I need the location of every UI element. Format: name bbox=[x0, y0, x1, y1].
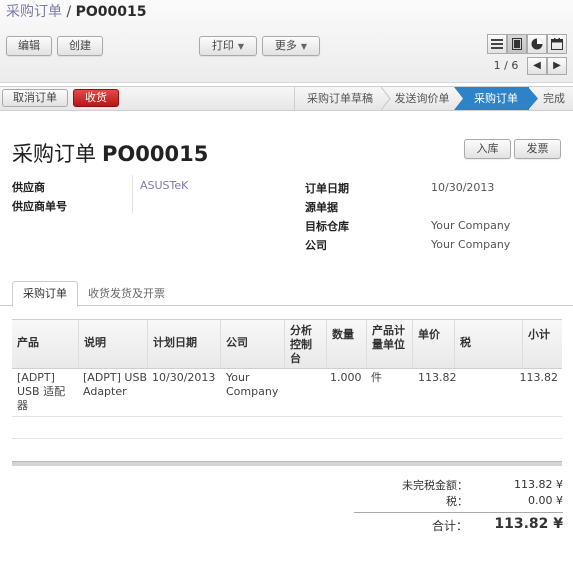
title-text: 采购订单 bbox=[12, 142, 96, 166]
breadcrumb-parent-link[interactable]: 采购订单 bbox=[6, 4, 62, 20]
stage-label: 发送询价单 bbox=[394, 92, 450, 105]
tax-amount-value: 0.00 ¥ bbox=[528, 494, 563, 507]
cell-scheduled-date[interactable]: 10/30/2013 bbox=[152, 371, 215, 385]
stage-purchase-order[interactable]: 采购订单 bbox=[463, 87, 529, 110]
field-value-order-date[interactable]: 10/30/2013 bbox=[431, 181, 494, 194]
cell-description[interactable]: [ADPT] USB Adapter bbox=[83, 371, 149, 399]
table-row-divider bbox=[12, 416, 562, 417]
cell-subtotal[interactable]: 113.82 bbox=[519, 371, 559, 385]
pager-next-button[interactable]: ▶ bbox=[547, 57, 567, 75]
field-divider bbox=[132, 175, 133, 213]
create-button[interactable]: 创建 bbox=[57, 36, 103, 56]
cancel-order-button[interactable]: 取消订单 bbox=[2, 89, 68, 107]
chevron-down-icon: ▼ bbox=[237, 42, 245, 51]
field-label-supplier-ref: 供应商单号 bbox=[12, 200, 67, 213]
column-header-quantity[interactable]: 数量 bbox=[326, 320, 366, 368]
more-dropdown-label: 更多 bbox=[274, 39, 297, 52]
column-header-analytic[interactable]: 分析控制台 bbox=[284, 320, 326, 368]
cell-company[interactable]: Your Company bbox=[226, 371, 278, 399]
column-header-company[interactable]: 公司 bbox=[220, 320, 284, 368]
field-value-supplier[interactable]: ASUSTeK bbox=[140, 179, 188, 192]
stage-active-arrow bbox=[528, 87, 538, 110]
total-value: 113.82 ¥ bbox=[494, 516, 563, 532]
cell-quantity[interactable]: 1.000 bbox=[330, 371, 362, 385]
cancel-order-label: 取消订单 bbox=[13, 91, 57, 104]
receive-label: 收货 bbox=[85, 91, 107, 104]
arrow-right-icon: ▶ bbox=[553, 60, 561, 71]
stage-done[interactable]: 完成 bbox=[538, 87, 570, 110]
field-value-company[interactable]: Your Company bbox=[431, 238, 510, 251]
cell-product[interactable]: [ADPT] USB 适配器 bbox=[17, 371, 75, 413]
calendar-icon bbox=[551, 38, 563, 50]
total-label: 合计： bbox=[431, 519, 468, 533]
print-dropdown[interactable]: 打印 ▼ bbox=[199, 36, 257, 56]
column-header-scheduled-date[interactable]: 计划日期 bbox=[147, 320, 220, 368]
cell-uom[interactable]: 件 bbox=[371, 371, 382, 385]
receive-button[interactable]: 收货 bbox=[73, 89, 119, 107]
untaxed-amount-label: 未完税金额： bbox=[402, 479, 468, 492]
column-header-subtotal[interactable]: 小计 bbox=[522, 320, 562, 368]
stage-draft[interactable]: 采购订单草稿 bbox=[294, 87, 385, 110]
field-value-destination[interactable]: Your Company bbox=[431, 219, 510, 232]
notebook-tabs-line bbox=[0, 305, 573, 306]
field-label-destination: 目标仓库 bbox=[305, 220, 349, 233]
column-header-unit-price[interactable]: 单价 bbox=[412, 320, 454, 368]
edit-button-label: 编辑 bbox=[18, 39, 40, 52]
order-number: PO00015 bbox=[102, 142, 209, 166]
graph-view-button[interactable] bbox=[527, 34, 547, 54]
list-icon bbox=[491, 39, 503, 49]
table-row-divider bbox=[12, 438, 562, 439]
tax-amount-label: 税： bbox=[446, 495, 468, 508]
column-header-uom[interactable]: 产品计量单位 bbox=[366, 320, 412, 368]
breadcrumb-separator: / bbox=[66, 4, 72, 20]
invoice-button[interactable]: 发票 bbox=[514, 139, 561, 159]
column-header-product[interactable]: 产品 bbox=[12, 320, 78, 368]
page-title: 采购订单 PO00015 bbox=[12, 138, 208, 168]
field-label-company: 公司 bbox=[305, 239, 327, 252]
pager-counter: 1 / 6 bbox=[493, 59, 519, 72]
form-view-button[interactable] bbox=[507, 34, 527, 54]
stock-in-button[interactable]: 入库 bbox=[464, 139, 511, 159]
untaxed-amount-value: 113.82 ¥ bbox=[514, 478, 563, 491]
list-view-button[interactable] bbox=[487, 34, 507, 54]
tab-purchase-order[interactable]: 采购订单 bbox=[12, 281, 78, 307]
breadcrumb: 采购订单 / PO00015 bbox=[6, 1, 147, 21]
stage-label: 采购订单 bbox=[474, 92, 518, 105]
stage-rfq-sent[interactable]: 发送询价单 bbox=[389, 87, 455, 110]
breadcrumb-current: PO00015 bbox=[75, 4, 147, 20]
column-header-description[interactable]: 说明 bbox=[78, 320, 147, 368]
field-label-order-date: 订单日期 bbox=[305, 182, 349, 195]
stage-label: 完成 bbox=[543, 92, 565, 105]
form-statusbar: 取消订单 收货 采购订单草稿 发送询价单 采购订单 完成 bbox=[0, 86, 573, 111]
column-header-taxes[interactable]: 税 bbox=[454, 320, 522, 368]
graph-icon bbox=[531, 38, 543, 50]
print-dropdown-label: 打印 bbox=[211, 39, 234, 52]
pager-previous-button[interactable]: ◀ bbox=[527, 57, 547, 75]
tab-label: 收货发货及开票 bbox=[88, 287, 165, 300]
edit-button[interactable]: 编辑 bbox=[6, 36, 52, 56]
order-lines-header: 产品 说明 计划日期 公司 分析控制台 数量 产品计量单位 单价 税 小计 bbox=[12, 319, 562, 369]
totals-divider bbox=[354, 512, 563, 513]
field-label-source-document: 源单据 bbox=[305, 201, 338, 214]
create-button-label: 创建 bbox=[69, 39, 91, 52]
tab-delivery-invoicing[interactable]: 收货发货及开票 bbox=[78, 282, 175, 305]
form-icon bbox=[512, 38, 522, 50]
more-dropdown[interactable]: 更多 ▼ bbox=[262, 36, 320, 56]
table-footer-bar bbox=[12, 461, 562, 466]
stage-label: 采购订单草稿 bbox=[307, 92, 373, 105]
stock-in-label: 入库 bbox=[476, 142, 499, 155]
arrow-left-icon: ◀ bbox=[533, 60, 541, 71]
cell-unit-price[interactable]: 113.82 bbox=[418, 371, 457, 385]
calendar-view-button[interactable] bbox=[547, 34, 567, 54]
tab-label: 采购订单 bbox=[23, 287, 67, 300]
invoice-label: 发票 bbox=[526, 142, 549, 155]
field-label-supplier: 供应商 bbox=[12, 181, 45, 194]
chevron-down-icon: ▼ bbox=[300, 42, 308, 51]
